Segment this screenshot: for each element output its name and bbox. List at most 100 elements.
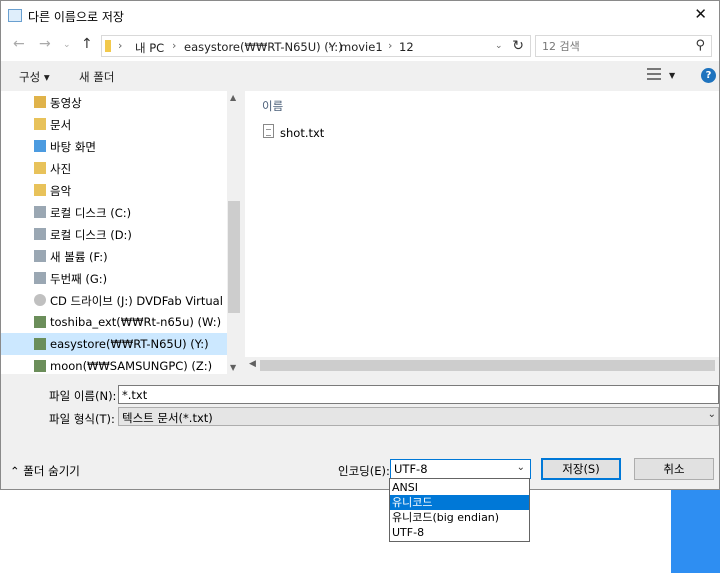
nav-item-label: 새 볼륨 (F:) bbox=[50, 250, 108, 264]
encoding-option-unicode-big-endian[interactable]: 유니코드(big endian) bbox=[390, 510, 529, 525]
command-bar: 구성 ▾ 새 폴더 ▼ ? bbox=[1, 61, 719, 91]
name-column-header[interactable]: 이름 bbox=[262, 98, 283, 114]
music-folder-icon bbox=[34, 184, 46, 196]
search-box[interactable]: ⚲ bbox=[535, 35, 712, 57]
divider bbox=[0, 489, 720, 490]
nav-item[interactable]: easystore(₩₩RT-N65U) (Y:) bbox=[1, 333, 227, 355]
forward-icon[interactable]: → bbox=[39, 36, 51, 52]
window-title: 다른 이름으로 저장 bbox=[28, 10, 124, 24]
organize-button[interactable]: 구성 ▾ bbox=[19, 69, 50, 85]
nav-item[interactable]: 사진 bbox=[1, 157, 227, 179]
view-dropdown-icon[interactable]: ▼ bbox=[669, 71, 675, 80]
recent-locations-icon[interactable]: ⌄ bbox=[63, 40, 71, 50]
scroll-down-icon[interactable]: ▼ bbox=[230, 363, 236, 372]
nav-item-label: easystore(₩₩RT-N65U) (Y:) bbox=[50, 337, 209, 351]
cancel-button[interactable]: 취소 bbox=[634, 458, 714, 480]
documents-folder-icon bbox=[34, 118, 46, 130]
folder-icon bbox=[105, 40, 111, 52]
nav-item[interactable]: 동영상 bbox=[1, 91, 227, 113]
address-row: ← → ⌄ ↑ › 내 PC › easystore(₩₩RT-N65U) (Y… bbox=[1, 31, 719, 61]
breadcrumb-separator-icon[interactable]: › bbox=[172, 39, 176, 52]
nav-item-label: 바탕 화면 bbox=[50, 140, 96, 154]
chevron-up-icon: ⌃ bbox=[10, 464, 24, 478]
breadcrumb-separator-icon[interactable]: › bbox=[328, 39, 332, 52]
desktop-folder-icon bbox=[34, 140, 46, 152]
text-file-icon bbox=[263, 124, 274, 138]
filetype-select[interactable]: 텍스트 문서(*.txt) ⌄ bbox=[118, 407, 719, 426]
encoding-select[interactable]: UTF-8 ⌄ bbox=[390, 459, 531, 479]
nav-item-label: moon(₩₩SAMSUNGPC) (Z:) bbox=[50, 359, 213, 373]
drive-icon bbox=[34, 206, 46, 218]
nav-item-label: 로컬 디스크 (C:) bbox=[50, 206, 132, 220]
title-bar: 다른 이름으로 저장 ✕ bbox=[1, 1, 719, 31]
encoding-option-ansi[interactable]: ANSI bbox=[390, 480, 529, 495]
encoding-dropdown-list: ANSI 유니코드 유니코드(big endian) UTF-8 bbox=[389, 478, 530, 542]
up-folder-icon[interactable]: ↑ bbox=[81, 36, 93, 52]
nav-item[interactable]: toshiba_ext(₩₩Rt-n65u) (W:) bbox=[1, 311, 227, 333]
nav-item[interactable]: 로컬 디스크 (C:) bbox=[1, 201, 227, 223]
filename-label: 파일 이름(N): bbox=[49, 389, 117, 403]
encoding-option-utf8[interactable]: UTF-8 bbox=[390, 525, 529, 540]
file-list-scrollbar[interactable]: ◀ bbox=[245, 357, 719, 374]
hide-folders-button[interactable]: ⌃ 폴더 숨기기 bbox=[10, 463, 80, 479]
breadcrumb-movie1[interactable]: movie1 bbox=[340, 40, 383, 54]
nav-item[interactable]: 새 볼륨 (F:) bbox=[1, 245, 227, 267]
nav-item[interactable]: 음악 bbox=[1, 179, 227, 201]
nav-item[interactable]: 두번째 (G:) bbox=[1, 267, 227, 289]
nav-item[interactable]: moon(₩₩SAMSUNGPC) (Z:) bbox=[1, 355, 227, 374]
notepad-icon bbox=[8, 9, 22, 22]
breadcrumb-this-pc[interactable]: 내 PC bbox=[135, 40, 164, 56]
cd-drive-icon bbox=[34, 294, 46, 306]
network-drive-icon bbox=[34, 360, 46, 372]
refresh-icon[interactable]: ↻ bbox=[512, 38, 524, 54]
nav-item-label: 사진 bbox=[50, 162, 72, 176]
new-folder-button[interactable]: 새 폴더 bbox=[79, 69, 114, 85]
help-icon[interactable]: ? bbox=[701, 68, 716, 83]
file-list: 이름 shot.txt ◀ bbox=[245, 91, 719, 374]
nav-item[interactable]: CD 드라이브 (J:) DVDFab Virtual Dri bbox=[1, 289, 241, 311]
scroll-up-icon[interactable]: ▲ bbox=[230, 93, 236, 102]
pictures-folder-icon bbox=[34, 162, 46, 174]
filetype-value: 텍스트 문서(*.txt) bbox=[122, 411, 213, 425]
back-icon[interactable]: ← bbox=[13, 36, 25, 52]
scroll-left-icon[interactable]: ◀ bbox=[249, 359, 256, 369]
drive-icon bbox=[34, 272, 46, 284]
view-options-icon[interactable] bbox=[647, 68, 661, 80]
search-input[interactable] bbox=[542, 37, 682, 55]
breadcrumb-drive[interactable]: easystore(₩₩RT-N65U) (Y:) bbox=[184, 40, 343, 54]
drive-icon bbox=[34, 250, 46, 262]
list-item[interactable]: shot.txt bbox=[263, 124, 383, 142]
hide-folders-label: 폴더 숨기기 bbox=[23, 464, 80, 478]
breadcrumb-12[interactable]: 12 bbox=[399, 40, 414, 54]
save-button[interactable]: 저장(S) bbox=[541, 458, 621, 480]
nav-scrollbar[interactable]: ▲ ▼ bbox=[227, 91, 241, 374]
nav-item[interactable]: 바탕 화면 bbox=[1, 135, 227, 157]
encoding-option-unicode[interactable]: 유니코드 bbox=[390, 495, 529, 510]
nav-item-label: CD 드라이브 (J:) DVDFab Virtual Dri bbox=[50, 294, 241, 308]
nav-item[interactable]: 문서 bbox=[1, 113, 227, 135]
nav-item-label: 동영상 bbox=[50, 96, 82, 110]
video-folder-icon bbox=[34, 96, 46, 108]
nav-item-label: 로컬 디스크 (D:) bbox=[50, 228, 132, 242]
filetype-label: 파일 형식(T): bbox=[49, 412, 115, 426]
network-drive-icon bbox=[34, 316, 46, 328]
address-bar[interactable]: › 내 PC › easystore(₩₩RT-N65U) (Y:) › mov… bbox=[101, 35, 531, 57]
save-as-dialog: 다른 이름으로 저장 ✕ ← → ⌄ ↑ › 내 PC › easystore(… bbox=[0, 0, 720, 490]
nav-item-label: toshiba_ext(₩₩Rt-n65u) (W:) bbox=[50, 315, 222, 329]
breadcrumb-separator-icon[interactable]: › bbox=[388, 39, 392, 52]
nav-item-label: 음악 bbox=[50, 184, 72, 198]
nav-item[interactable]: 로컬 디스크 (D:) bbox=[1, 223, 227, 245]
desktop-background bbox=[671, 490, 720, 573]
nav-item-label: 문서 bbox=[50, 118, 72, 132]
filename-field[interactable] bbox=[118, 385, 719, 404]
navigation-pane: 동영상문서바탕 화면사진음악로컬 디스크 (C:) 로컬 디스크 (D:) 새 볼륨… bbox=[1, 91, 241, 374]
close-icon[interactable]: ✕ bbox=[694, 5, 707, 23]
filename-input[interactable] bbox=[119, 386, 718, 403]
drive-icon bbox=[34, 228, 46, 240]
chevron-down-icon: ⌄ bbox=[516, 462, 525, 473]
search-icon: ⚲ bbox=[695, 38, 705, 53]
scrollbar-thumb[interactable] bbox=[228, 201, 240, 313]
scrollbar-thumb[interactable] bbox=[260, 360, 715, 371]
address-dropdown-icon[interactable]: ⌄ bbox=[495, 41, 503, 51]
breadcrumb-separator-icon[interactable]: › bbox=[118, 39, 122, 52]
